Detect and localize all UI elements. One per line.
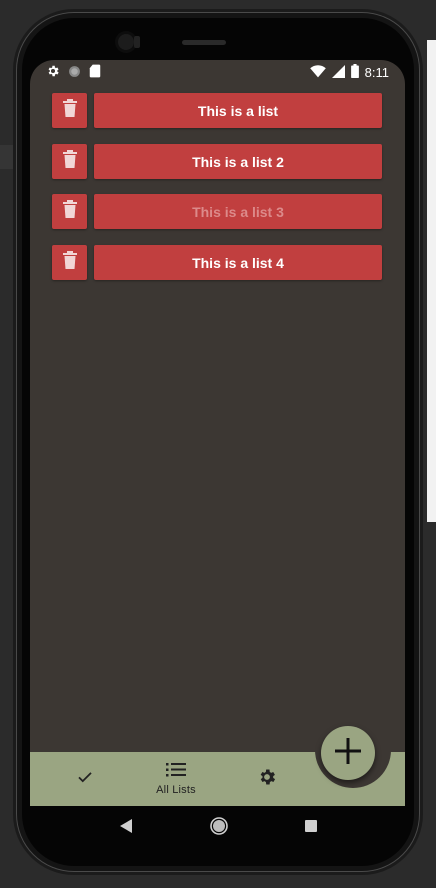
open-list-button-disabled: This is a list 3: [94, 194, 382, 229]
nav-item-settings[interactable]: [242, 752, 292, 806]
nav-item-check[interactable]: [60, 752, 110, 806]
gear-icon: [257, 767, 277, 792]
status-time: 8:11: [364, 65, 389, 80]
add-list-fab[interactable]: [321, 726, 375, 780]
system-navigation-bar: [30, 806, 405, 850]
circle-icon: [68, 65, 81, 81]
front-camera: [118, 34, 134, 50]
delete-list-button[interactable]: [52, 93, 87, 128]
gear-icon: [46, 64, 60, 81]
list-icon: [166, 762, 186, 783]
delete-list-button[interactable]: [52, 245, 87, 280]
wifi-icon: [309, 64, 326, 81]
battery-icon: [350, 64, 359, 81]
trash-icon: [62, 251, 77, 274]
plus-icon: [334, 737, 362, 770]
open-list-button[interactable]: This is a list 2: [94, 144, 382, 179]
trash-icon: [62, 150, 77, 173]
app-screen: 8:11 This is a list This is a list 2 Thi…: [30, 60, 405, 806]
sd-card-icon: [89, 64, 101, 81]
open-list-button[interactable]: This is a list 4: [94, 245, 382, 280]
nav-item-all-lists[interactable]: All Lists: [146, 752, 206, 806]
delete-list-button[interactable]: [52, 194, 87, 229]
home-icon[interactable]: [209, 816, 228, 840]
trash-icon: [62, 99, 77, 122]
ide-right-panel: [427, 40, 436, 522]
status-bar: 8:11: [30, 60, 405, 84]
open-list-button[interactable]: This is a list: [94, 93, 382, 128]
trash-icon: [62, 200, 77, 223]
signal-icon: [331, 64, 345, 81]
nav-label-all-lists: All Lists: [156, 784, 196, 796]
recents-icon[interactable]: [304, 819, 317, 837]
back-icon[interactable]: [119, 818, 133, 838]
earpiece-speaker: [182, 40, 226, 45]
delete-list-button[interactable]: [52, 144, 87, 179]
check-icon: [76, 768, 94, 791]
